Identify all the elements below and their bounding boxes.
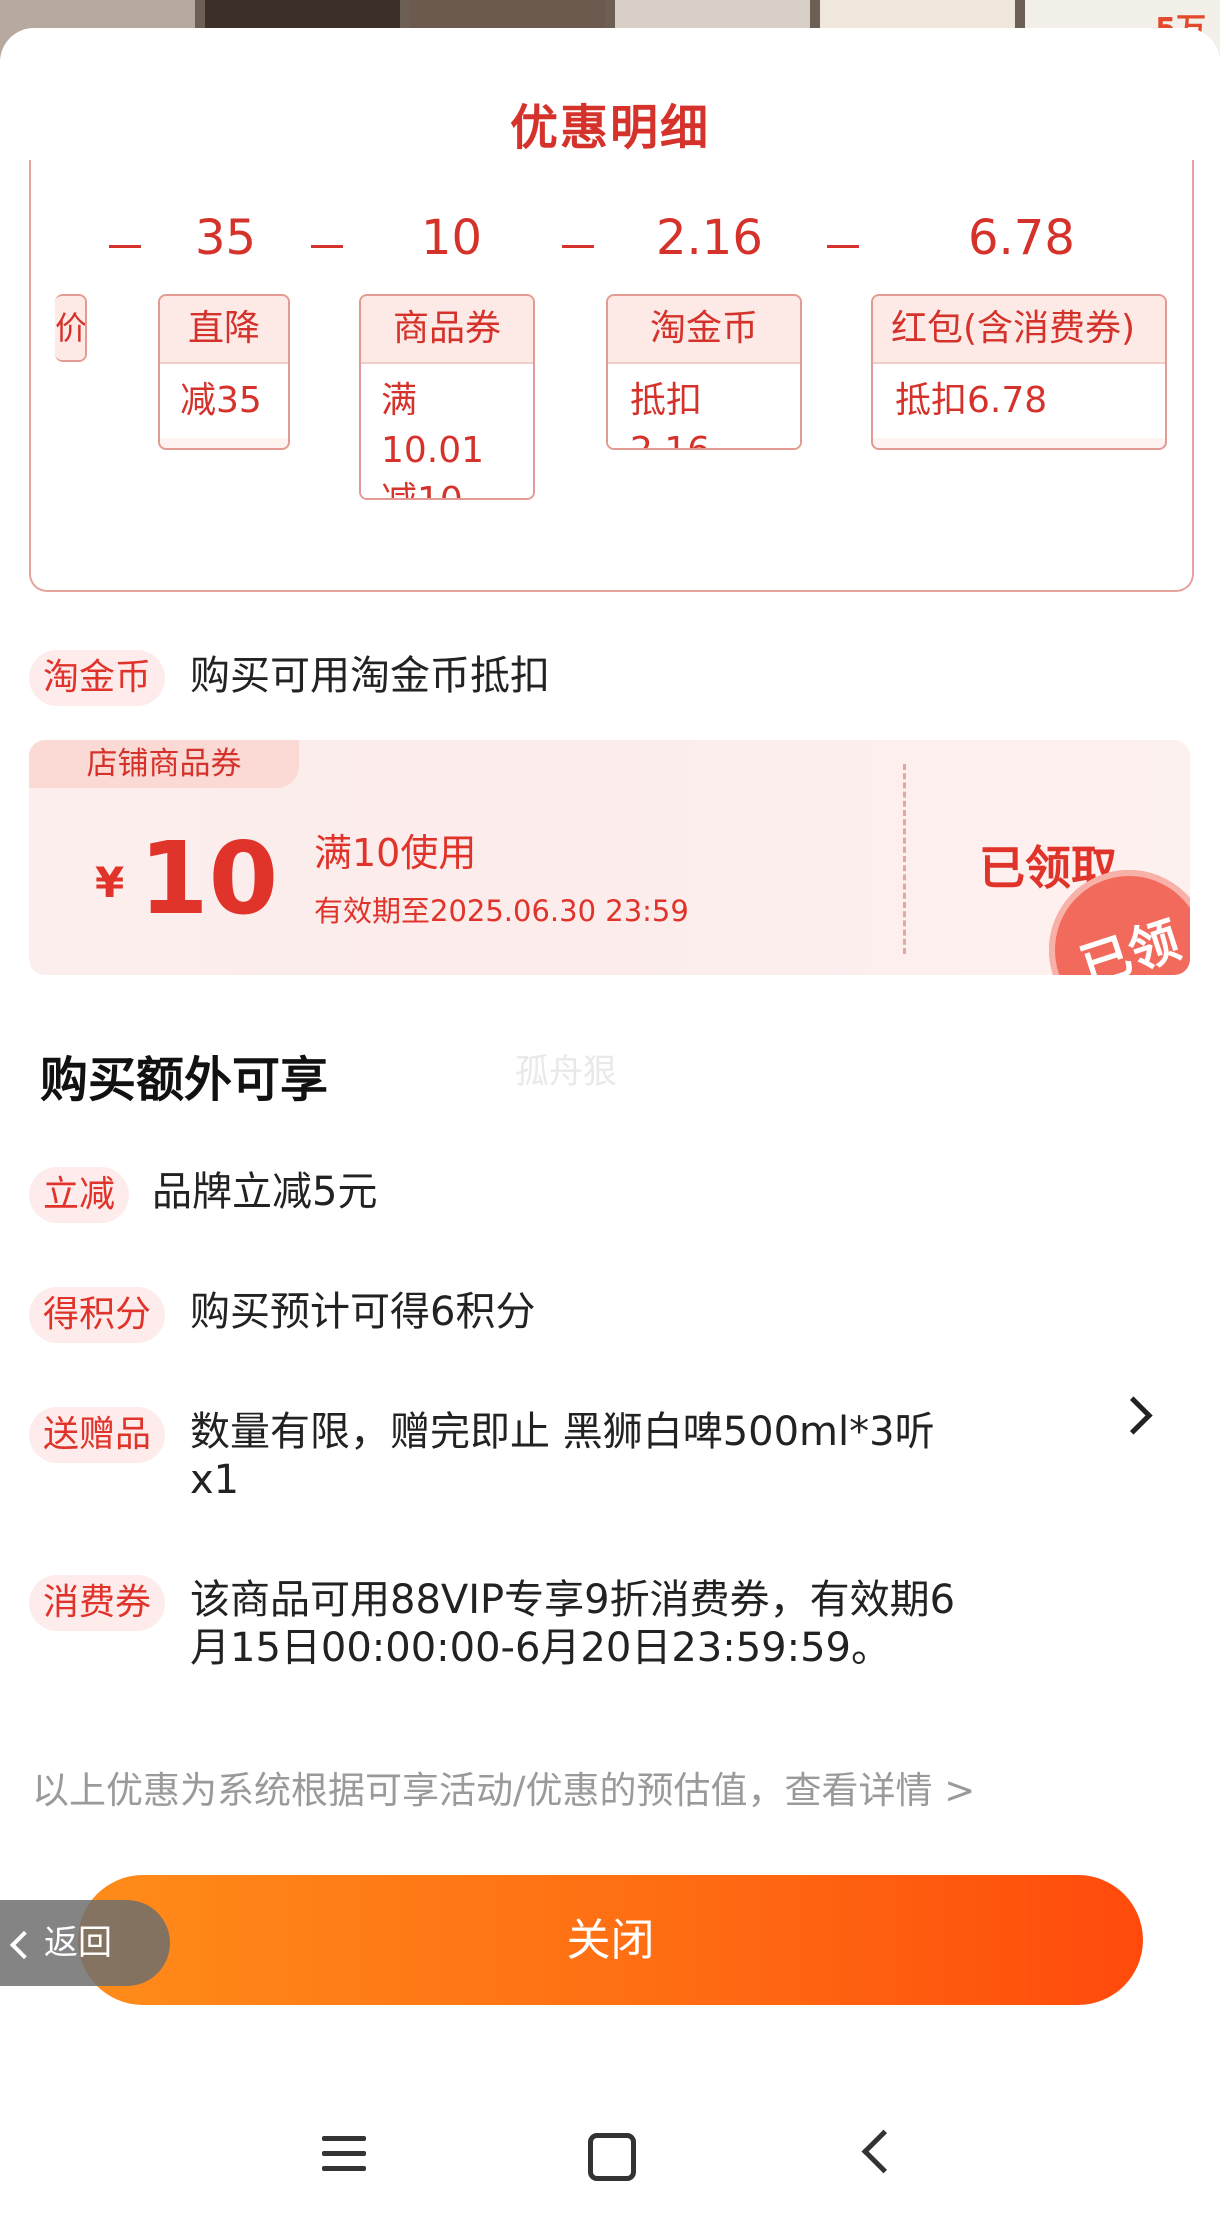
chip-head: 价 bbox=[55, 296, 85, 360]
coin-row-text: 购买可用淘金币抵扣 bbox=[190, 653, 550, 699]
estimate-note-link[interactable]: 以上优惠为系统根据可享活动/优惠的预估值，查看详情 > bbox=[32, 1760, 975, 1814]
coin-chip: 淘金币 抵扣2.16 bbox=[606, 294, 802, 450]
chevron-left-icon bbox=[9, 1930, 39, 1959]
amount-red-packet: 6.78 bbox=[968, 210, 1075, 266]
extra-benefits-title: 购买额外可享 bbox=[40, 1052, 329, 1108]
chip-head: 淘金币 bbox=[608, 296, 800, 364]
minus-sign: － bbox=[103, 223, 147, 274]
coupon-chip: 商品券 满10.01减10 bbox=[359, 294, 535, 500]
chip-head: 红包(含消费券) bbox=[873, 296, 1165, 364]
consumption-coupon-tag: 消费券 bbox=[29, 1575, 166, 1631]
system-nav-bar bbox=[0, 2080, 1220, 2226]
back-arrow-icon[interactable] bbox=[861, 2129, 906, 2174]
gift-text[interactable]: 数量有限，赠完即止 黑狮白啤500ml*3听 bbox=[190, 1408, 935, 1456]
chip-body: 减35 bbox=[160, 364, 288, 438]
currency-symbol: ¥ bbox=[95, 858, 125, 907]
points-text: 购买预计可得6积分 bbox=[190, 1289, 536, 1335]
chip-body: 满10.01减10 bbox=[361, 364, 533, 498]
points-tag: 得积分 bbox=[29, 1287, 166, 1343]
coin-tag: 淘金币 bbox=[29, 650, 166, 706]
coupon-condition: 满10使用 bbox=[314, 831, 477, 875]
watermark: 孤舟狠 bbox=[515, 1052, 617, 1092]
chip-body: 抵扣6.78 bbox=[873, 364, 1165, 438]
instant-discount-tag: 立减 bbox=[29, 1167, 130, 1223]
chip-head: 商品券 bbox=[361, 296, 533, 364]
gift-tag: 送赠品 bbox=[29, 1407, 166, 1463]
menu-icon[interactable] bbox=[322, 2136, 366, 2181]
amount-coins: 2.16 bbox=[656, 210, 763, 266]
back-button[interactable]: 返回 bbox=[0, 1900, 170, 1986]
coupon-type-label: 店铺商品券 bbox=[29, 740, 299, 788]
minus-sign: － bbox=[556, 223, 600, 274]
amount-coupon: 10 bbox=[421, 210, 483, 266]
minus-sign: － bbox=[821, 223, 865, 274]
consumption-coupon-text: 该商品可用88VIP专享9折消费券，有效期6 bbox=[190, 1577, 956, 1623]
price-chip-partial: 价 bbox=[55, 294, 87, 362]
store-coupon-card[interactable]: 店铺商品券 ¥ 10 满10使用 有效期至2025.06.30 23:59 已领… bbox=[29, 740, 1190, 975]
amount-direct-discount: 35 bbox=[195, 210, 257, 266]
coupon-divider bbox=[903, 764, 906, 954]
direct-discount-chip: 直降 减35 bbox=[158, 294, 290, 450]
chip-head: 直降 bbox=[160, 296, 288, 364]
consumption-coupon-text-line2: 月15日00:00:00-6月20日23:59:59。 bbox=[190, 1625, 891, 1671]
coupon-expiry: 有效期至2025.06.30 23:59 bbox=[314, 894, 689, 928]
coupon-value: 10 bbox=[139, 820, 279, 937]
chip-body: 抵扣2.16 bbox=[608, 364, 800, 448]
minus-sign: － bbox=[305, 223, 349, 274]
home-icon[interactable] bbox=[588, 2133, 636, 2181]
red-packet-chip: 红包(含消费券) 抵扣6.78 bbox=[871, 294, 1167, 450]
discount-breakdown-card: － 35 － 10 － 2.16 － 6.78 价 直降 减35 商品券 满10… bbox=[29, 160, 1194, 592]
close-button[interactable]: 关闭 bbox=[78, 1875, 1143, 2005]
instant-discount-text: 品牌立减5元 bbox=[152, 1169, 378, 1215]
gift-quantity: x1 bbox=[190, 1457, 240, 1503]
sheet-title: 优惠明细 bbox=[509, 100, 710, 156]
back-label: 返回 bbox=[44, 1923, 112, 1963]
